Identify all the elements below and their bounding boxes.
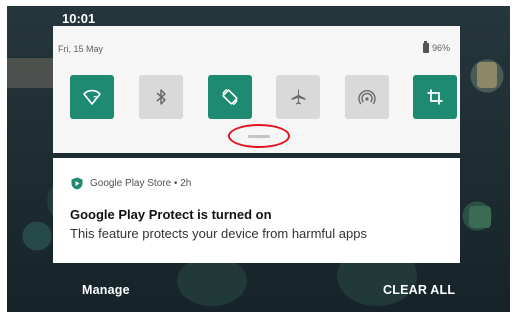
quick-settings-panel: Fri, 15 May 96% ? bbox=[53, 26, 460, 153]
notification-title: Google Play Protect is turned on bbox=[70, 207, 272, 222]
tile-hotspot[interactable] bbox=[345, 75, 389, 119]
tile-auto-rotate[interactable] bbox=[208, 75, 252, 119]
wallpaper-app-icon bbox=[469, 206, 491, 228]
notification-card[interactable]: Google Play Store • 2h Google Play Prote… bbox=[53, 158, 460, 263]
clear-all-button[interactable]: CLEAR ALL bbox=[383, 283, 455, 297]
status-time: 10:01 bbox=[62, 11, 96, 26]
notification-app-name: Google Play Store • 2h bbox=[90, 178, 192, 189]
airplane-icon bbox=[291, 89, 306, 105]
bluetooth-icon bbox=[156, 89, 166, 105]
notification-body: This feature protects your device from h… bbox=[70, 226, 367, 241]
battery-icon bbox=[422, 41, 429, 53]
qs-battery[interactable]: 96% bbox=[422, 41, 450, 53]
wallpaper-widget bbox=[7, 58, 59, 88]
crop-icon bbox=[427, 89, 443, 105]
wallpaper-app-icon bbox=[477, 62, 497, 88]
annotation-circle bbox=[228, 124, 290, 148]
tile-screenshot-crop[interactable] bbox=[413, 75, 457, 119]
wallpaper-blob bbox=[177, 256, 247, 306]
hotspot-icon bbox=[358, 90, 376, 105]
manage-button[interactable]: Manage bbox=[82, 283, 130, 297]
battery-percent: 96% bbox=[431, 43, 450, 53]
wifi-question-icon: ? bbox=[83, 89, 101, 105]
tile-bluetooth[interactable] bbox=[139, 75, 183, 119]
tile-wifi[interactable]: ? bbox=[70, 75, 114, 119]
notification-header: Google Play Store • 2h bbox=[71, 177, 191, 190]
play-protect-shield-icon bbox=[71, 177, 83, 190]
qs-date[interactable]: Fri, 15 May bbox=[58, 44, 103, 54]
tile-airplane-mode[interactable] bbox=[276, 75, 320, 119]
svg-text:?: ? bbox=[93, 96, 97, 103]
auto-rotate-icon bbox=[222, 88, 238, 106]
